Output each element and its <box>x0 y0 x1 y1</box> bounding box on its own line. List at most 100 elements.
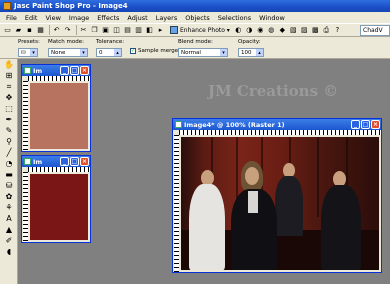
window-title: Image4* @ 100% (Raster 1) <box>184 120 285 129</box>
match-mode-select[interactable]: None ▾ <box>48 48 88 57</box>
maximize-button[interactable]: □ <box>70 66 79 75</box>
spinner-icon: ▴ <box>114 49 121 56</box>
tolerance-label: Tolerance: <box>96 39 125 45</box>
menu-effects[interactable]: Effects <box>93 14 123 22</box>
enhance-photo-icon <box>170 26 178 34</box>
blend-mode-select[interactable]: Normal ▾ <box>178 48 228 57</box>
menu-layers[interactable]: Layers <box>152 14 182 22</box>
overview-icon[interactable]: ▥ <box>134 26 143 35</box>
browse-icon[interactable]: ▦ <box>36 26 45 35</box>
dropper-tool-icon[interactable]: ✒ <box>3 115 15 125</box>
red-eye-icon[interactable]: ◉ <box>256 26 265 35</box>
app-title-bar[interactable]: Jasc Paint Shop Pro - Image4 <box>0 0 390 12</box>
sharpen-icon[interactable]: ◆ <box>278 26 287 35</box>
hue-icon[interactable]: ▩ <box>311 26 320 35</box>
help-icon[interactable]: ? <box>333 26 342 35</box>
wall-plank <box>317 137 319 217</box>
menu-objects[interactable]: Objects <box>181 14 214 22</box>
flood-fill-icon: ⛁ <box>21 49 26 56</box>
window-title-bar[interactable]: Im _ □ × <box>22 156 90 167</box>
menu-bar: File Edit View Image Effects Adjust Laye… <box>0 12 390 23</box>
cut-icon[interactable]: ✂ <box>79 26 88 35</box>
clarify-icon[interactable]: ◍ <box>267 26 276 35</box>
minimize-button[interactable]: _ <box>351 120 360 129</box>
crop-tool-icon[interactable]: ⌗ <box>3 82 15 92</box>
window-title: Im <box>33 157 43 166</box>
image-window-swatch-1[interactable]: Im _ □ × <box>21 64 91 152</box>
menu-image[interactable]: Image <box>65 14 93 22</box>
paste-icon[interactable]: ▣ <box>101 26 110 35</box>
blend-mode-label: Blend mode: <box>178 39 213 45</box>
horizontal-ruler <box>28 167 90 172</box>
levels-icon[interactable]: ▧ <box>289 26 298 35</box>
grid-icon[interactable]: ▤ <box>123 26 132 35</box>
deform-tool-icon[interactable]: ⊞ <box>3 71 15 81</box>
redo-icon[interactable]: ↷ <box>63 26 72 35</box>
move-tool-icon[interactable]: ✥ <box>3 93 15 103</box>
eraser-icon[interactable]: ▬ <box>3 170 15 180</box>
chevron-down-icon: ▾ <box>220 49 227 56</box>
object-selector-icon[interactable]: ◖ <box>3 247 15 257</box>
vertical-ruler <box>23 172 28 242</box>
menu-edit[interactable]: Edit <box>21 14 42 22</box>
script-icon[interactable]: ▸ <box>156 26 165 35</box>
sample-merged-checkbox[interactable]: ✓ Sample merged <box>130 48 182 54</box>
flood-fill-icon[interactable]: ⛁ <box>3 181 15 191</box>
one-step-fix-icon[interactable]: ◐ <box>234 26 243 35</box>
vertical-ruler <box>23 81 28 151</box>
horizontal-ruler <box>179 130 381 135</box>
save-icon[interactable]: ▪ <box>25 26 34 35</box>
band-photo-canvas[interactable] <box>181 137 379 270</box>
tolerance-value: 0 <box>99 49 103 56</box>
tool-palette: ✋ ⊞ ⌗ ✥ ⬚ ✒ ✎ ⚲ ╱ ◔ ▬ ⛁ ✿ ⚘ A ▲ ✐ ◖ <box>0 59 18 284</box>
maximize-button[interactable]: □ <box>70 157 79 166</box>
airbrush-icon[interactable]: ⚘ <box>3 203 15 213</box>
pan-tool-icon[interactable]: ✋ <box>3 60 15 70</box>
close-button[interactable]: × <box>80 157 89 166</box>
selection-tool-icon[interactable]: ⬚ <box>3 104 15 114</box>
dodge-tool-icon[interactable]: ◔ <box>3 159 15 169</box>
layers-icon[interactable]: ◫ <box>112 26 121 35</box>
tool-options-bar: Presets: ⛁ ▾ Match mode: None ▾ Toleranc… <box>0 37 390 59</box>
open-document-tab[interactable]: ChadV <box>360 25 390 36</box>
window-title-bar[interactable]: Image4* @ 100% (Raster 1) _ □ × <box>173 119 381 130</box>
close-button[interactable]: × <box>80 66 89 75</box>
picture-tube-icon[interactable]: ✿ <box>3 192 15 202</box>
preset-shape-icon[interactable]: ▲ <box>3 225 15 235</box>
print-icon[interactable]: ⎙ <box>322 26 331 35</box>
menu-adjust[interactable]: Adjust <box>123 14 151 22</box>
curves-icon[interactable]: ▨ <box>300 26 309 35</box>
window-title-bar[interactable]: Im _ □ × <box>22 65 90 76</box>
pen-tool-icon[interactable]: ✐ <box>3 236 15 246</box>
paint-brush-icon[interactable]: ✎ <box>3 126 15 136</box>
new-file-icon[interactable]: ▭ <box>3 26 12 35</box>
menu-file[interactable]: File <box>2 14 21 22</box>
enhance-photo-label: Enhance Photo <box>180 26 225 34</box>
menu-view[interactable]: View <box>41 14 64 22</box>
tolerance-input[interactable]: 0 ▴ <box>96 48 122 57</box>
image-window-main[interactable]: Image4* @ 100% (Raster 1) _ □ × <box>172 118 382 273</box>
vertical-ruler <box>174 135 179 272</box>
copy-icon[interactable]: ❐ <box>90 26 99 35</box>
scratch-remover-icon[interactable]: ╱ <box>3 148 15 158</box>
menu-selections[interactable]: Selections <box>214 14 255 22</box>
image-icon <box>175 121 182 128</box>
opacity-input[interactable]: 100 ▴ <box>238 48 264 57</box>
checkmark-icon: ✓ <box>130 48 136 54</box>
histogram-icon[interactable]: ◧ <box>145 26 154 35</box>
open-folder-icon[interactable]: ▰ <box>14 26 23 35</box>
undo-icon[interactable]: ↶ <box>52 26 61 35</box>
image-icon <box>24 67 31 74</box>
clone-brush-icon[interactable]: ⚲ <box>3 137 15 147</box>
color-balance-icon[interactable]: ◑ <box>245 26 254 35</box>
toolbar-divider <box>49 25 50 35</box>
minimize-button[interactable]: _ <box>60 157 69 166</box>
image-window-swatch-2[interactable]: Im _ □ × <box>21 155 91 243</box>
menu-window[interactable]: Window <box>255 14 289 22</box>
minimize-button[interactable]: _ <box>60 66 69 75</box>
maximize-button[interactable]: □ <box>361 120 370 129</box>
presets-dropdown[interactable]: ⛁ ▾ <box>18 48 38 57</box>
text-tool-icon[interactable]: A <box>3 214 15 224</box>
close-button[interactable]: × <box>371 120 380 129</box>
enhance-photo-button[interactable]: Enhance Photo ▾ <box>170 26 230 34</box>
